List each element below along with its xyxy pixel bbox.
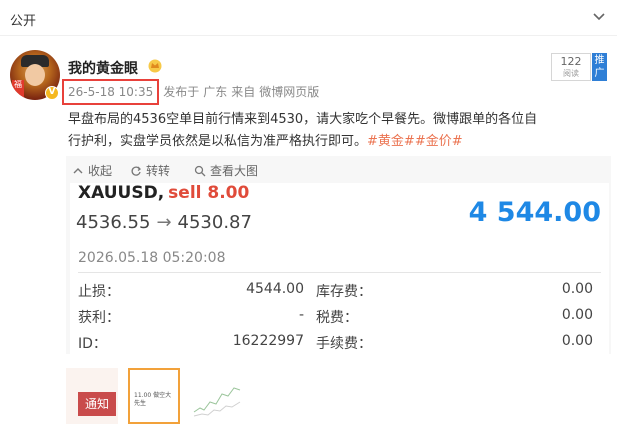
- open-price: 4536.55: [76, 212, 151, 233]
- divider: [78, 272, 601, 273]
- post-time[interactable]: 26-5-18 10:35: [62, 79, 160, 105]
- verified-badge-icon: V: [45, 86, 59, 100]
- thumbnail-selected[interactable]: 11.00 做空大 先生: [128, 368, 180, 424]
- collapse-label: 收起: [88, 164, 113, 178]
- mini-chart-icon: [193, 387, 241, 417]
- source-label: 来自: [231, 85, 256, 99]
- row-value-1: 16222997: [232, 333, 304, 349]
- row-label-2: 税费：: [316, 310, 358, 326]
- price-arrow: →: [156, 212, 172, 233]
- trade-symbol-line: XAUUSD, sell 8.00: [78, 183, 249, 203]
- avatar-face: [25, 64, 45, 86]
- hashtag-gold[interactable]: #黄金#: [367, 134, 415, 149]
- row-value-2: 0.00: [561, 333, 593, 349]
- trade-screenshot[interactable]: XAUUSD, sell 8.00 4536.55 → 4530.87 4 544.0…: [70, 183, 609, 357]
- trade-symbol: XAUUSD,: [78, 183, 165, 203]
- published-label: 发布于: [163, 85, 200, 99]
- read-count-label: 阅读: [563, 69, 579, 78]
- post-text-line2-wrap: 行护利，实盘学员依然是以私信为准严格执行即可。#黄金##金价#: [68, 131, 608, 153]
- crown-icon: [148, 59, 162, 73]
- visibility-label: 公开: [10, 14, 37, 29]
- view-large-button[interactable]: 查看大图: [194, 164, 258, 178]
- post-text-line2: 行护利，实盘学员依然是以私信为准严格执行即可。: [68, 134, 368, 149]
- read-count: 122 阅读: [551, 53, 591, 81]
- rotate-button[interactable]: 转转: [130, 164, 170, 178]
- trade-price-line: 4536.55 → 4530.87: [76, 212, 252, 233]
- close-price: 4530.87: [177, 212, 252, 233]
- trade-row: ID： 16222997 手续费： 0.00: [78, 333, 601, 357]
- promote-button[interactable]: 推广: [592, 53, 607, 81]
- read-count-value: 122: [560, 55, 582, 68]
- row-value-1: 4544.00: [246, 281, 304, 297]
- post-content: 早盘布局的4536空单目前行情来到4530，请大家吃个早餐先。微博跟单的各位自 …: [68, 109, 608, 153]
- trade-datetime: 2026.05.18 05:20:08: [78, 250, 226, 266]
- post-source[interactable]: 微博网页版: [259, 85, 319, 99]
- thumbnail-notice[interactable]: 通知: [66, 368, 118, 424]
- collapse-button[interactable]: 收起: [72, 164, 112, 178]
- current-price: 4 544.00: [468, 197, 601, 228]
- trade-row: 获利： - 税费： 0.00: [78, 307, 601, 331]
- promote-widget: 122 阅读 推广: [551, 53, 607, 81]
- post-meta-rest: 发布于 广东 来自 微博网页版: [163, 79, 323, 105]
- thumbnail-mini-text: 11.00 做空大 先生: [134, 392, 172, 407]
- media-actions: 收起 转转 查看大图: [66, 156, 611, 186]
- row-label-2: 库存费：: [316, 284, 372, 300]
- post-meta: 26-5-18 10:35 发布于 广东 来自 微博网页版: [62, 79, 323, 105]
- rotate-icon: [131, 166, 141, 176]
- rotate-label: 转转: [146, 164, 171, 178]
- zoom-icon: [194, 165, 206, 177]
- trade-row: 止损： 4544.00 库存费： 0.00: [78, 281, 601, 305]
- row-label-2: 手续费：: [316, 336, 372, 352]
- thumbnail-strip: 通知 11.00 做空大 先生: [66, 368, 266, 428]
- chevron-down-icon[interactable]: [591, 8, 607, 24]
- post-text-line1: 早盘布局的4536空单目前行情来到4530，请大家吃个早餐先。微博跟单的各位自: [68, 112, 538, 127]
- visibility-bar: 公开: [0, 0, 617, 36]
- trade-side: sell 8.00: [168, 183, 250, 203]
- post-location: 广东: [203, 85, 228, 99]
- hashtag-gold-price[interactable]: #金价#: [415, 134, 463, 149]
- view-large-label: 查看大图: [210, 164, 259, 178]
- username[interactable]: 我的黄金眼: [68, 58, 138, 78]
- row-value-2: 0.00: [561, 281, 593, 297]
- collapse-icon: [73, 168, 83, 174]
- row-value-2: 0.00: [561, 307, 593, 323]
- notice-badge: 通知: [78, 392, 116, 416]
- thumbnail-chart[interactable]: [190, 368, 242, 424]
- avatar-tag: 福: [12, 80, 24, 98]
- row-value-1: -: [298, 307, 304, 323]
